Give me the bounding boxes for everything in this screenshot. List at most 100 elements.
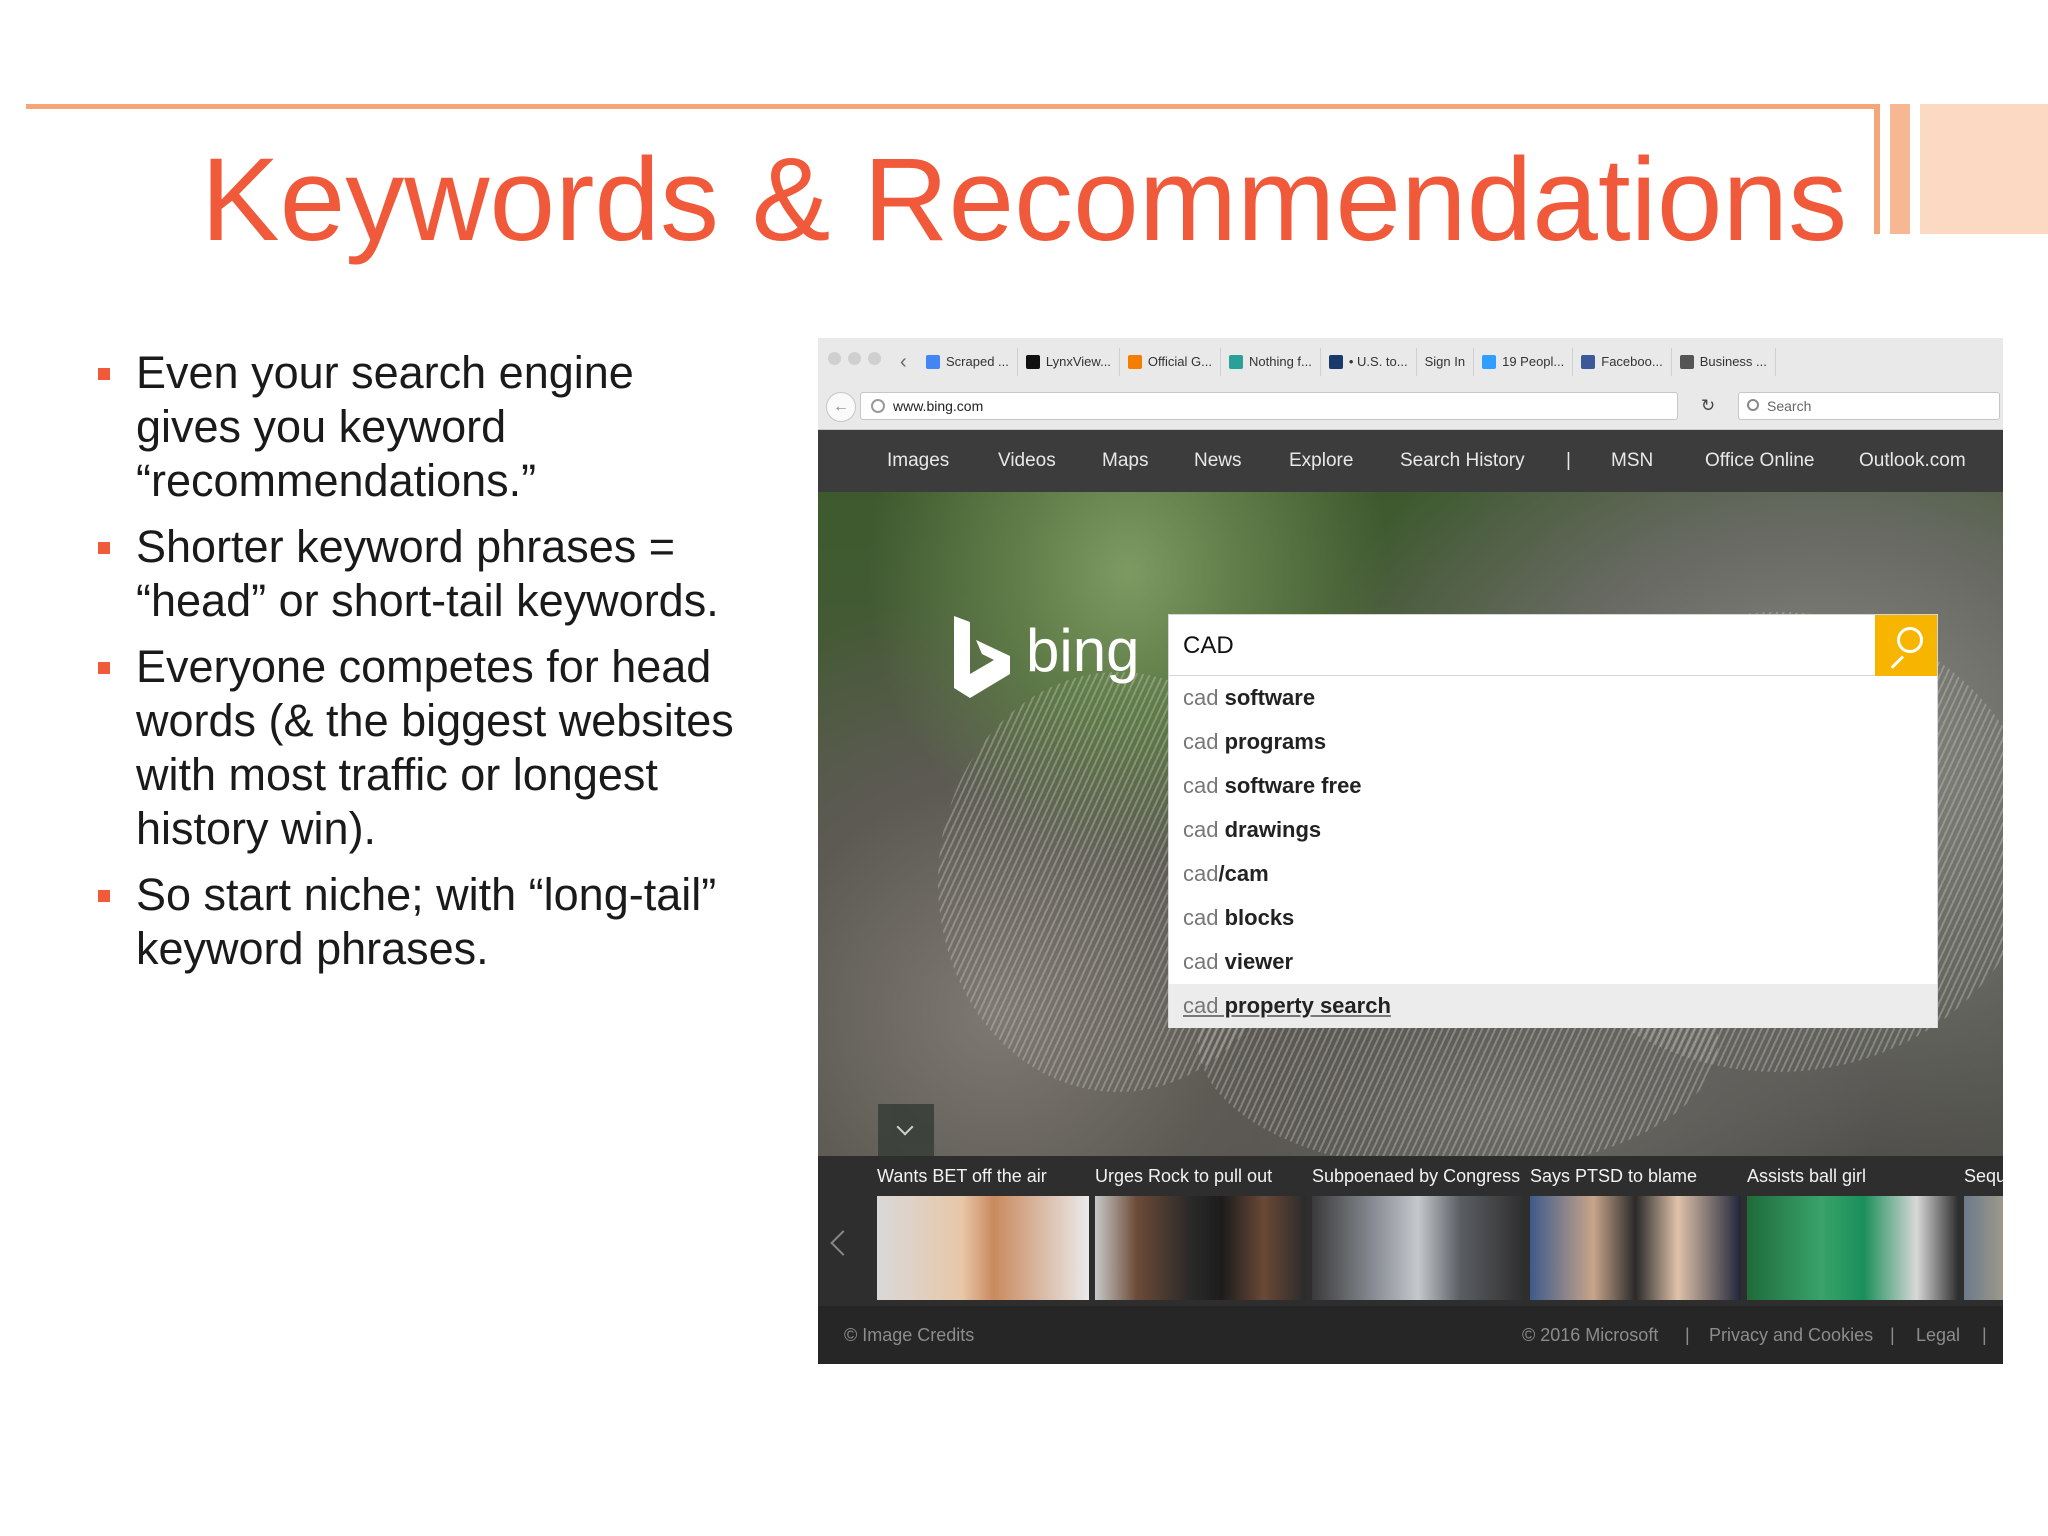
bookmarks-bar: Scraped ... LynxView... Official G... Nothi… xyxy=(918,348,1776,376)
bullet-text: Even your search engine gives you keywor… xyxy=(136,347,634,506)
news-caption[interactable]: Wants BET off the air xyxy=(877,1156,1047,1196)
disqus-icon xyxy=(1482,355,1497,369)
facebook-icon xyxy=(1581,355,1596,369)
suggestion-item[interactable]: cad software xyxy=(1169,676,1937,720)
carousel-prev-icon[interactable] xyxy=(830,1230,856,1256)
copyright-text: © 2016 Microsoft xyxy=(1522,1325,1659,1345)
nav-outlook[interactable]: Outlook.com xyxy=(1859,430,1966,492)
news-caption[interactable]: Says PTSD to blame xyxy=(1530,1156,1697,1196)
news-caption[interactable]: Urges Rock to pull out xyxy=(1095,1156,1272,1196)
suggestion-item[interactable]: cad blocks xyxy=(1169,896,1937,940)
globe-icon xyxy=(871,399,885,413)
search-icon xyxy=(1747,399,1759,411)
news-caption[interactable]: Sequ xyxy=(1964,1156,2003,1196)
bullet-item: So start niche; with “long-tail” keyword… xyxy=(96,868,736,976)
nav-images[interactable]: Images xyxy=(887,430,949,492)
search-query-text: CAD xyxy=(1183,632,1234,659)
news-thumbnail[interactable] xyxy=(1095,1196,1306,1300)
news-caption[interactable]: Subpoenaed by Congress xyxy=(1312,1156,1520,1196)
bookmark-label: 19 Peopl... xyxy=(1502,354,1565,369)
nav-videos[interactable]: Videos xyxy=(998,430,1056,492)
bookmark-label: • U.S. to... xyxy=(1348,354,1408,369)
footer-separator: | xyxy=(1890,1325,1895,1345)
lynx-icon xyxy=(1025,355,1040,369)
bing-wordmark: bing xyxy=(1026,617,1140,684)
bing-search-input[interactable]: CAD xyxy=(1168,614,1938,677)
bookmark-item[interactable]: Sign In xyxy=(1417,348,1475,376)
suggestion-completion: drawings xyxy=(1218,817,1322,842)
bullet-text: So start niche; with “long-tail” keyword… xyxy=(136,869,717,974)
reload-icon[interactable]: ↻ xyxy=(1694,392,1722,420)
bookmark-item[interactable]: Official G... xyxy=(1120,348,1221,376)
leaf-icon xyxy=(1228,355,1243,369)
bookmark-item[interactable]: Business ... xyxy=(1672,348,1776,376)
bing-logo: bing xyxy=(948,612,1148,702)
suggestion-prefix: cad xyxy=(1183,905,1219,930)
suggestion-prefix: cad xyxy=(1183,729,1219,754)
suggestion-item[interactable]: cad software free xyxy=(1169,764,1937,808)
bookmark-item[interactable]: LynxView... xyxy=(1018,348,1120,376)
news-thumbnail[interactable] xyxy=(877,1196,1089,1300)
suggestion-prefix: cad xyxy=(1183,861,1219,886)
bookmark-label: Scraped ... xyxy=(946,354,1009,369)
bullet-text: Shorter keyword phrases = “head” or shor… xyxy=(136,521,719,626)
bookmark-item[interactable]: Nothing f... xyxy=(1221,348,1321,376)
zoom-window-icon[interactable] xyxy=(868,352,881,365)
bullet-square-icon xyxy=(98,542,110,554)
bing-search-button[interactable] xyxy=(1875,615,1937,677)
bookmark-label: Nothing f... xyxy=(1248,354,1312,369)
nav-office-online[interactable]: Office Online xyxy=(1705,430,1814,492)
bullet-square-icon xyxy=(98,368,110,380)
suggestion-completion: software free xyxy=(1218,773,1362,798)
suggestion-prefix: cad xyxy=(1183,817,1219,842)
suggestion-item[interactable]: cad/cam xyxy=(1169,852,1937,896)
legal-link[interactable]: Legal xyxy=(1916,1306,1960,1364)
bookmark-item[interactable]: 19 Peopl... xyxy=(1474,348,1574,376)
address-row: ← www.bing.com ↻ Search xyxy=(818,388,2003,426)
bookmark-item[interactable]: Faceboo... xyxy=(1573,348,1672,376)
bookmark-item[interactable]: Scraped ... xyxy=(918,348,1018,376)
bullet-square-icon xyxy=(98,662,110,674)
expand-chevron-button[interactable] xyxy=(878,1104,934,1156)
nav-explore[interactable]: Explore xyxy=(1289,430,1353,492)
suggestion-item[interactable]: cad drawings xyxy=(1169,808,1937,852)
close-window-icon[interactable] xyxy=(828,352,841,365)
suggestion-completion: blocks xyxy=(1218,905,1295,930)
url-field[interactable]: www.bing.com xyxy=(860,392,1678,420)
browser-screenshot: ‹ Scraped ... LynxView... Official G... Not… xyxy=(818,338,2003,1364)
bing-hero-image: bing CAD cad software cad programs cad s… xyxy=(818,492,2003,1156)
bing-b-icon xyxy=(954,616,1010,698)
bullet-item: Shorter keyword phrases = “head” or shor… xyxy=(96,520,736,628)
browser-search-placeholder: Search xyxy=(1767,398,1812,414)
bullet-text: Everyone competes for head words (& the … xyxy=(136,641,734,854)
image-credits-link[interactable]: © Image Credits xyxy=(844,1306,974,1364)
bookmark-label: Sign In xyxy=(1424,354,1466,369)
suggestion-item-selected[interactable]: cad property search xyxy=(1169,984,1937,1028)
search-icon xyxy=(1897,627,1923,653)
bookmark-item[interactable]: • U.S. to... xyxy=(1321,348,1417,376)
news-thumbnail[interactable] xyxy=(1312,1196,1524,1300)
nav-msn[interactable]: MSN xyxy=(1611,430,1653,492)
news-thumbnail[interactable] xyxy=(1530,1196,1741,1300)
bookmarks-scroll-left-icon[interactable]: ‹ xyxy=(900,348,907,376)
news-carousel: Wants BET off the air Urges Rock to pull… xyxy=(818,1156,2003,1306)
privacy-link[interactable]: Privacy and Cookies xyxy=(1709,1306,1873,1364)
suggestion-prefix: cad xyxy=(1183,685,1219,710)
nav-news[interactable]: News xyxy=(1194,430,1242,492)
back-icon[interactable]: ← xyxy=(826,392,856,422)
news-caption[interactable]: Assists ball girl xyxy=(1747,1156,1866,1196)
nav-maps[interactable]: Maps xyxy=(1102,430,1148,492)
minimize-window-icon[interactable] xyxy=(848,352,861,365)
suggestion-item[interactable]: cad viewer xyxy=(1169,940,1937,984)
nav-search-history[interactable]: Search History xyxy=(1400,430,1525,492)
suggestion-completion: programs xyxy=(1218,729,1327,754)
suggestion-item[interactable]: cad programs xyxy=(1169,720,1937,764)
edit-icon xyxy=(1328,355,1343,369)
news-thumbnail[interactable] xyxy=(1964,1196,2003,1300)
news-thumbnail[interactable] xyxy=(1747,1196,1959,1300)
footer-separator: | xyxy=(1685,1325,1690,1345)
suggestion-completion: /cam xyxy=(1218,861,1269,886)
suggestion-prefix: cad xyxy=(1183,949,1219,974)
browser-search-field[interactable]: Search xyxy=(1738,392,2000,420)
suggestion-completion: software xyxy=(1218,685,1316,710)
